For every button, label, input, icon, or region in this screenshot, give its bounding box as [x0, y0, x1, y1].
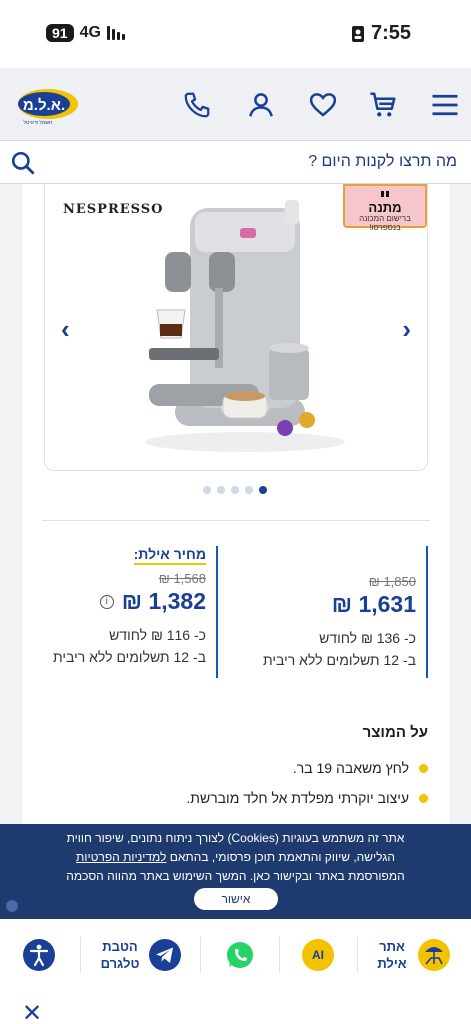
product-gallery[interactable]: NESPRESSO מתנה ברישום המכונה בנספרסו! ‹ … [44, 184, 428, 471]
eilat-site-button[interactable]: אתר אילת [375, 935, 451, 975]
id-card-icon [351, 25, 364, 42]
status-left: 91 4G [46, 24, 125, 42]
regular-old-price: 1,850 ₪ [368, 574, 416, 589]
gift-badge: מתנה ברישום המכונה בנספרסו! [343, 184, 427, 232]
separator [200, 937, 201, 973]
eilat-installments: ב- 12 תשלומים ללא ריבית [52, 649, 206, 665]
search-icon[interactable] [10, 150, 36, 176]
product-image [145, 200, 345, 452]
eilat-price-box: מחיר אילת: 1,568 ₪ 1,382 ₪ i כ- 116 ₪ לח… [48, 546, 218, 678]
feature-list: לחץ משאבה 19 בר. עיצוב יוקרתי מפלדת אל ח… [48, 760, 428, 820]
gift-title: מתנה [368, 199, 402, 215]
logo-subtext: חשמל ודיגיטל [24, 119, 53, 126]
close-icon[interactable]: ✕ [22, 999, 42, 1024]
info-icon[interactable]: i [99, 594, 114, 609]
divider [42, 520, 430, 521]
ai-label: AI [312, 948, 324, 962]
search-bar[interactable]: מה תרצו לקנות היום ? [0, 140, 471, 184]
eilat-old-price: 1,568 ₪ [158, 571, 206, 586]
accessibility-icon [23, 939, 55, 971]
feature-text: עיצוב יוקרתי מפלדת אל חלד מוברשת. [186, 790, 409, 806]
product-card: NESPRESSO מתנה ברישום המכונה בנספרסו! ‹ … [22, 184, 450, 824]
regular-installments: ב- 12 תשלומים ללא ריבית [262, 652, 416, 668]
carousel-dot[interactable] [231, 486, 239, 494]
beach-chair-icon [418, 939, 450, 971]
status-right: 7:55 [351, 22, 411, 45]
list-item: עיצוב יוקרתי מפלדת אל חלד מוברשת. [48, 790, 428, 806]
status-bar: 91 4G 7:55 [0, 0, 471, 68]
cookie-banner: אתר זה משתמש בעוגיות (Cookies) לצורך נית… [0, 824, 471, 919]
eilat-monthly: כ- 116 ₪ לחודש [109, 627, 206, 643]
signal-icon [106, 26, 125, 40]
whatsapp-button[interactable] [224, 935, 256, 975]
carousel-dots [203, 486, 267, 494]
eilat-site-label: אתר אילת [377, 939, 407, 971]
accessibility-button[interactable] [22, 935, 56, 975]
gallery-next-button[interactable]: › [402, 314, 411, 345]
phone-icon[interactable] [182, 90, 212, 120]
whatsapp-icon [227, 942, 253, 968]
separator [279, 937, 280, 973]
carousel-dot[interactable] [245, 486, 253, 494]
list-item: לחץ משאבה 19 בר. [48, 760, 428, 776]
gift-line2: בנספרסו! [369, 222, 401, 232]
feature-text: לחץ משאבה 19 בר. [292, 760, 409, 776]
about-title: על המוצר [362, 724, 428, 741]
battery-indicator: 91 [46, 24, 74, 42]
gallery-prev-button[interactable]: ‹ [61, 314, 70, 345]
search-input[interactable]: מה תרצו לקנות היום ? [308, 153, 457, 171]
separator [80, 937, 81, 973]
regular-new-price: 1,631 ₪ [331, 591, 416, 617]
user-icon[interactable] [246, 90, 276, 120]
bottom-bar: אתר אילת AI הטבת טלגרם ✕ [0, 919, 471, 1024]
gift-icon [381, 189, 389, 197]
heart-icon[interactable] [308, 90, 338, 120]
logo-text: א.ל.מ. [23, 97, 65, 114]
cookie-accept-button[interactable]: אישור [194, 888, 278, 910]
floating-widget-icon[interactable] [6, 900, 18, 912]
privacy-policy-link[interactable]: למדיניות הפרטיות [76, 850, 166, 864]
bullet-icon [419, 763, 428, 773]
regular-monthly: כ- 136 ₪ לחודש [319, 630, 416, 646]
telegram-label: הטבת טלגרם [100, 939, 140, 971]
regular-price-box: 1,850 ₪ 1,631 ₪ כ- 136 ₪ לחודש ב- 12 תשל… [248, 546, 428, 678]
carousel-dot[interactable] [203, 486, 211, 494]
clock: 7:55 [370, 22, 411, 44]
site-header: א.ל.מ. חשמל ודיגיטל [0, 68, 471, 142]
ai-icon: AI [302, 939, 334, 971]
carousel-dot[interactable] [259, 486, 267, 494]
separator [357, 937, 358, 973]
eilat-price-label: מחיר אילת: [133, 546, 206, 565]
ai-button[interactable]: AI [302, 935, 334, 975]
telegram-button[interactable]: הטבת טלגרם [100, 935, 182, 975]
eilat-new-price: 1,382 ₪ [121, 588, 206, 614]
telegram-icon [149, 939, 181, 971]
logo[interactable]: א.ל.מ. חשמל ודיגיטל [14, 86, 80, 126]
eilat-new-price-row: 1,382 ₪ i [48, 588, 206, 615]
cart-icon[interactable] [368, 90, 398, 120]
carousel-dot[interactable] [217, 486, 225, 494]
network-label: 4G [79, 24, 101, 41]
menu-icon[interactable] [430, 90, 460, 120]
bullet-icon [419, 793, 428, 803]
